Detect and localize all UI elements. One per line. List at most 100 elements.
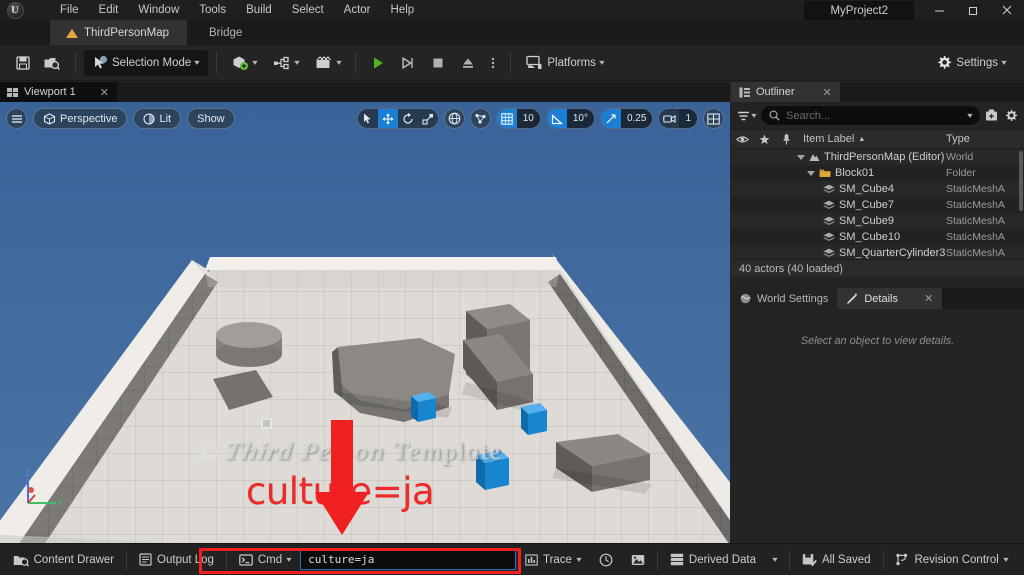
close-icon[interactable]: ✕ (823, 86, 832, 99)
star-icon[interactable] (753, 134, 775, 145)
tab-viewport-1[interactable]: Viewport 1 ✕ (0, 82, 117, 102)
menu-window[interactable]: Window (128, 2, 189, 18)
tab-outliner[interactable]: Outliner ✕ (731, 82, 840, 102)
scale-tool-button[interactable] (418, 109, 438, 128)
more-options-button[interactable] (484, 50, 502, 76)
minimize-button[interactable] (922, 0, 956, 20)
outliner-column-type[interactable]: Type (946, 133, 1024, 145)
lit-button[interactable]: Lit (133, 108, 182, 129)
eject-button[interactable] (454, 50, 482, 76)
all-saved-button[interactable]: All Saved (793, 548, 880, 572)
menu-select[interactable]: Select (282, 2, 334, 18)
surface-snap-button[interactable] (469, 108, 491, 129)
lit-label: Lit (159, 112, 172, 125)
derived-data-icon (670, 553, 684, 566)
tab-details[interactable]: Details ✕ (837, 288, 943, 309)
platforms-label: Platforms (547, 56, 596, 69)
perspective-button[interactable]: Perspective (33, 108, 128, 129)
derived-data-button[interactable]: Derived Data ▾ (661, 548, 786, 572)
more-options-icon (490, 55, 496, 71)
blue-cube-2 (521, 403, 547, 435)
grid-snap-value[interactable]: 10 (516, 109, 540, 128)
blueprints-button[interactable]: ▾ (267, 50, 305, 76)
details-tab-bar: World Settings Details ✕ (731, 288, 1024, 309)
eject-icon (460, 55, 476, 71)
settings-button[interactable]: Settings ▾ (930, 50, 1012, 76)
outliner-scrollbar[interactable] (1019, 151, 1023, 211)
trace-button[interactable]: Trace ▾ (516, 548, 590, 572)
console-command-input[interactable]: culture=ja (300, 549, 516, 570)
step-button[interactable] (394, 50, 422, 76)
output-log-button[interactable]: Output Log (130, 548, 223, 572)
outliner-filter-button[interactable]: ▾ (737, 110, 757, 122)
tab-thirdpersonmap[interactable]: ThirdPersonMap (50, 20, 188, 45)
menu-bar: U File Edit Window Tools Build Select Ac… (0, 0, 1024, 20)
eye-icon[interactable] (731, 135, 753, 144)
rotate-tool-button[interactable] (398, 109, 418, 128)
move-tool-button[interactable] (377, 109, 398, 128)
outliner-column-label[interactable]: Item Label ▲ (797, 133, 946, 145)
save-view-icon[interactable] (985, 109, 999, 122)
tab-world-settings[interactable]: World Settings (731, 288, 838, 309)
menu-edit[interactable]: Edit (89, 2, 129, 18)
perspective-label: Perspective (60, 112, 118, 125)
chevron-down-icon: ▾ (1003, 555, 1009, 564)
snapshot-button[interactable] (622, 548, 654, 572)
chevron-down-icon[interactable]: ▾ (967, 111, 972, 120)
project-title: MyProject2 (804, 1, 914, 20)
close-icon[interactable]: ✕ (100, 86, 109, 99)
save-button[interactable] (9, 50, 37, 76)
unreal-engine-logo[interactable]: U (0, 0, 30, 20)
close-icon[interactable]: ✕ (924, 292, 933, 305)
table-row[interactable]: ThirdPersonMap (Editor) World (731, 149, 1024, 165)
table-row[interactable]: SM_Cube7 StaticMeshA (731, 197, 1024, 213)
menu-file[interactable]: File (50, 2, 89, 18)
gear-icon[interactable] (1004, 109, 1018, 123)
play-button[interactable] (364, 50, 392, 76)
watermark-icon (194, 443, 220, 459)
pin-icon[interactable] (775, 133, 797, 145)
content-drawer-button[interactable]: Content Drawer (4, 548, 124, 572)
show-button[interactable]: Show (187, 108, 235, 129)
stop-button[interactable] (424, 50, 452, 76)
table-row[interactable]: SM_Cube4 StaticMeshA (731, 181, 1024, 197)
world-map-icon (809, 152, 820, 162)
angle-snap-value[interactable]: 10° (566, 109, 594, 128)
menu-help[interactable]: Help (381, 2, 425, 18)
table-row[interactable]: Block01 Folder (731, 165, 1024, 181)
platforms-button[interactable]: Platforms ▾ (519, 50, 610, 76)
viewport-layout-button[interactable] (703, 108, 724, 129)
cinematics-button[interactable]: ▾ (309, 50, 347, 76)
outliner-search-input[interactable]: Search... ▾ (761, 106, 980, 125)
camera-speed-group: 1 (658, 108, 698, 129)
tab-bridge[interactable]: Bridge (187, 20, 264, 45)
camera-speed-button[interactable] (659, 109, 679, 128)
performance-button[interactable] (590, 548, 622, 572)
menu-actor[interactable]: Actor (334, 2, 381, 18)
select-tool-button[interactable] (358, 109, 378, 128)
world-coordinate-button[interactable] (443, 108, 465, 129)
menu-build[interactable]: Build (236, 2, 282, 18)
scale-snap-button[interactable] (600, 109, 621, 128)
close-button[interactable] (990, 0, 1024, 20)
add-actor-button[interactable]: ▾ (225, 50, 263, 76)
viewport-icon (7, 87, 18, 97)
browse-content-button[interactable] (37, 50, 67, 76)
viewport-menu-button[interactable] (6, 108, 27, 129)
grid-snap-button[interactable] (496, 109, 517, 128)
cmd-dropdown-button[interactable]: Cmd ▾ (230, 548, 300, 572)
table-row[interactable]: SM_Cube10 StaticMeshA (731, 229, 1024, 245)
scale-snap-value[interactable]: 0.25 (620, 109, 653, 128)
menu-tools[interactable]: Tools (189, 2, 236, 18)
maximize-button[interactable] (956, 0, 990, 20)
expand-triangle-icon[interactable] (807, 170, 815, 176)
table-row[interactable]: SM_QuarterCylinder3 StaticMeshA (731, 245, 1024, 259)
expand-triangle-icon[interactable] (797, 154, 805, 160)
table-row[interactable]: SM_Cube9 StaticMeshA (731, 213, 1024, 229)
details-pencil-icon (846, 292, 858, 305)
angle-snap-button[interactable] (546, 109, 567, 128)
camera-speed-value[interactable]: 1 (679, 109, 697, 128)
selection-mode-button[interactable]: Selection Mode ▾ (84, 49, 209, 76)
document-tab-bar: ThirdPersonMap Bridge (0, 20, 1024, 45)
revision-control-button[interactable]: Revision Control ▾ (886, 548, 1016, 572)
